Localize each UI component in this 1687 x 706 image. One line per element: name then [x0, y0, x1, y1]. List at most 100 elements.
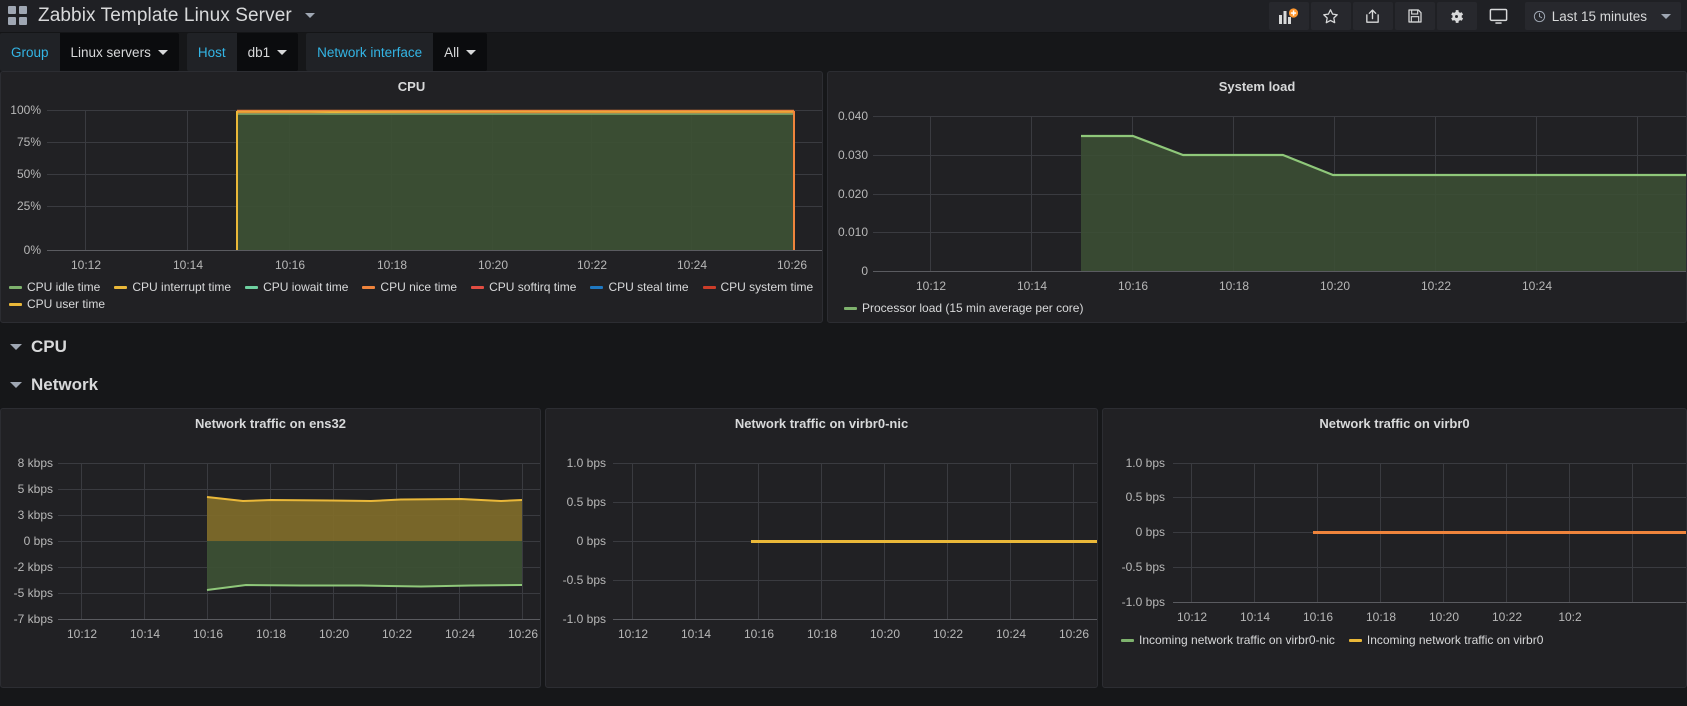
legend-item[interactable]: CPU system time	[702, 280, 813, 294]
x-tick-load-2: 10:16	[1117, 279, 1149, 293]
y-tick-ens32-5k: 5 kbps	[17, 482, 53, 496]
legend-label: CPU idle time	[27, 280, 101, 294]
legend-item[interactable]: CPU steal time	[590, 280, 689, 294]
x-tick-cpu-3: 10:18	[376, 258, 408, 272]
x-tick-virbr0-0: 10:12	[1176, 610, 1208, 624]
variable-value-group: Linux servers	[70, 44, 151, 60]
panel-title-network-virbr0[interactable]: Network traffic on virbr0	[1103, 409, 1686, 435]
graph-network-virbr0-nic[interactable]: 1.0 bps 0.5 bps 0 bps -0.5 bps -1.0 bps …	[546, 435, 1097, 687]
time-range-picker[interactable]: Last 15 minutes	[1524, 2, 1681, 30]
x-tick-ens32-5: 10:22	[381, 627, 413, 641]
time-range-value: Last 15 minutes	[1551, 8, 1647, 24]
legend-item[interactable]: CPU idle time	[9, 280, 100, 294]
top-navbar: Zabbix Template Linux Server Last 15 min…	[0, 0, 1687, 33]
y-tick-ens32-3k: 3 kbps	[17, 508, 53, 522]
y-tick-load-0020: 0.020	[837, 187, 868, 201]
legend-label: CPU user time	[27, 297, 106, 311]
chevron-down-icon[interactable]	[305, 13, 316, 19]
chevron-down-icon	[466, 49, 477, 55]
x-tick-ens32-7: 10:26	[507, 627, 539, 641]
save-button[interactable]	[1394, 2, 1435, 30]
x-tick-virbr0-5: 10:22	[1491, 610, 1523, 624]
y-tick-ens32-m2k: -2 kbps	[13, 560, 53, 574]
y-tick-cpu-100: 100%	[10, 103, 41, 117]
share-icon	[1366, 8, 1380, 23]
x-tick-load-0: 10:12	[915, 279, 947, 293]
star-button[interactable]	[1310, 2, 1351, 30]
legend-color-swatch	[9, 285, 22, 289]
variable-select-host[interactable]: db1	[236, 33, 299, 71]
graph-network-virbr0[interactable]: 1.0 bps 0.5 bps 0 bps -0.5 bps -1.0 bps …	[1103, 435, 1686, 687]
legend-color-swatch	[1348, 638, 1362, 642]
x-tick-ens32-3: 10:18	[255, 627, 287, 641]
row-header-cpu[interactable]: CPU	[0, 332, 1687, 362]
net-virbr0-nic-graph-svg	[613, 463, 1097, 620]
kiosk-button[interactable]	[1478, 2, 1519, 30]
legend-label: CPU nice time	[380, 280, 458, 294]
legend-color-swatch	[702, 285, 716, 289]
share-button[interactable]	[1352, 2, 1393, 30]
variable-host: Host db1	[186, 33, 299, 71]
y-tick-virbr0nic-m1: -1.0 bps	[562, 612, 606, 626]
net-ens32-graph-svg	[58, 463, 540, 620]
y-tick-load-0030: 0.030	[837, 148, 868, 162]
top-panel-row: CPU 100% 75% 50% 25% 0% 10:12 10:14 10:1…	[0, 71, 1687, 323]
legend-item[interactable]: CPU softirq time	[471, 280, 576, 294]
panel-title-network-ens32[interactable]: Network traffic on ens32	[1, 409, 540, 435]
panel-system-load: System load 0.040 0.030 0.020 0.010 0 10…	[827, 71, 1687, 323]
x-tick-virbr0nic-4: 10:20	[869, 627, 901, 641]
chevron-down-icon	[10, 382, 22, 388]
panel-title-network-virbr0-nic[interactable]: Network traffic on virbr0-nic	[546, 409, 1097, 435]
legend-color-swatch	[1121, 638, 1134, 642]
x-tick-load-6: 10:24	[1521, 279, 1553, 293]
x-tick-virbr0nic-3: 10:18	[806, 627, 838, 641]
x-tick-cpu-4: 10:20	[477, 258, 509, 272]
variable-select-group[interactable]: Linux servers	[59, 33, 179, 71]
x-tick-cpu-6: 10:24	[676, 258, 708, 272]
legend-item[interactable]: Incoming network traffic on virbr0-nic	[1121, 633, 1335, 647]
x-tick-virbr0nic-2: 10:16	[743, 627, 775, 641]
y-tick-ens32-0: 0 bps	[23, 534, 53, 548]
y-tick-load-0: 0	[861, 264, 868, 278]
graph-system-load[interactable]: 0.040 0.030 0.020 0.010 0 10:12 10:14 10…	[828, 98, 1686, 322]
y-tick-virbr0-m05: -0.5 bps	[1121, 560, 1165, 574]
graph-cpu[interactable]: 100% 75% 50% 25% 0% 10:12 10:14 10:16 10…	[1, 98, 822, 322]
graph-network-ens32[interactable]: 8 kbps 5 kbps 3 kbps 0 bps -2 kbps -5 kb…	[1, 435, 540, 687]
y-tick-virbr0nic-1: 1.0 bps	[566, 456, 606, 470]
y-tick-virbr0nic-0: 0 bps	[576, 534, 606, 548]
x-tick-virbr0-3: 10:18	[1365, 610, 1397, 624]
y-tick-ens32-m5k: -5 kbps	[13, 586, 53, 600]
add-panel-button[interactable]	[1268, 2, 1309, 30]
y-tick-cpu-75: 75%	[16, 135, 41, 149]
legend-item[interactable]: CPU nice time	[362, 280, 457, 294]
panel-title-cpu[interactable]: CPU	[1, 72, 822, 98]
grafana-grid-logo[interactable]	[8, 6, 28, 26]
row-header-network[interactable]: Network	[0, 370, 1687, 400]
legend-color-swatch	[114, 285, 128, 289]
legend-color-swatch	[362, 285, 376, 289]
panel-cpu: CPU 100% 75% 50% 25% 0% 10:12 10:14 10:1…	[0, 71, 823, 323]
settings-button[interactable]	[1436, 2, 1477, 30]
dashboard-title-group[interactable]: Zabbix Template Linux Server	[38, 5, 316, 27]
legend-item[interactable]: Incoming network traffic on virbr0	[1348, 633, 1543, 647]
x-tick-virbr0nic-0: 10:12	[617, 627, 649, 641]
panel-title-system-load[interactable]: System load	[828, 72, 1686, 98]
x-tick-load-4: 10:20	[1319, 279, 1351, 293]
legend-label: CPU iowait time	[263, 280, 349, 294]
y-tick-virbr0-m1: -1.0 bps	[1121, 595, 1165, 609]
x-tick-cpu-5: 10:22	[576, 258, 608, 272]
legend-color-swatch	[471, 285, 485, 289]
add-panel-icon	[1279, 8, 1299, 24]
chevron-down-icon	[10, 344, 22, 350]
legend-item[interactable]: CPU iowait time	[245, 280, 348, 294]
x-tick-virbr0-4: 10:20	[1428, 610, 1460, 624]
x-tick-ens32-0: 10:12	[66, 627, 98, 641]
legend-item[interactable]: Processor load (15 min average per core)	[844, 301, 1083, 315]
legend-item[interactable]: CPU user time	[9, 297, 814, 311]
save-floppy-icon	[1408, 9, 1422, 23]
legend-item[interactable]: CPU interrupt time	[114, 280, 231, 294]
y-tick-cpu-0: 0%	[23, 243, 41, 257]
variable-select-network-interface[interactable]: All	[433, 33, 488, 71]
y-tick-cpu-25: 25%	[16, 199, 41, 213]
variable-label-group: Group	[0, 33, 60, 71]
